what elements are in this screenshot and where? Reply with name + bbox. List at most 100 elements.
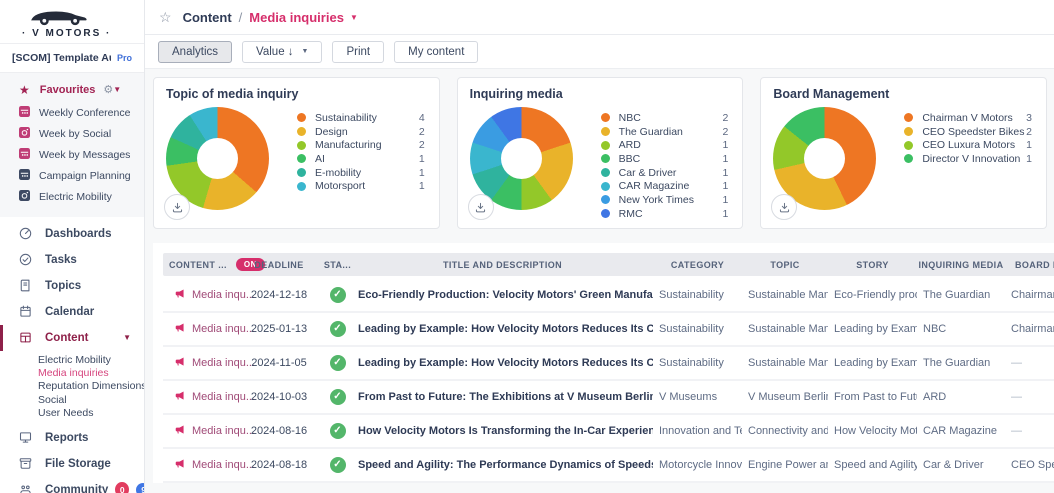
workspace-switcher[interactable]: [SCOM] Template Aut... Pro (0, 44, 144, 73)
calendar-icon (19, 146, 30, 164)
sidebar-subitem-electric-mobility[interactable]: Electric Mobility (38, 354, 144, 367)
favourite-item-weekly-conference[interactable]: Weekly Conference (0, 102, 144, 123)
legend-item[interactable]: AI1 (297, 152, 427, 166)
favourite-item-week-by-social[interactable]: Week by Social (0, 123, 144, 144)
sidebar-item-content[interactable]: Content▼ (0, 325, 144, 351)
legend-item[interactable]: Director V Innovation1 (904, 152, 1034, 166)
deadline-cell: 2025-01-13 (235, 323, 323, 335)
camera-icon (19, 188, 30, 206)
chart-body: Chairman V Motors3CEO Speedster Bikes2CE… (773, 107, 1034, 210)
chevron-down-icon[interactable]: ▼ (123, 333, 131, 342)
content-type-link[interactable]: Media inqu... (163, 321, 235, 337)
sidebar-subitem-media-inquiries[interactable]: Media inquiries (38, 367, 144, 380)
legend-item[interactable]: New York Times1 (601, 193, 731, 207)
category-cell: Sustainability (653, 357, 742, 369)
table-row[interactable]: Media inqu...2024-10-03✓From Past to Fut… (163, 381, 1054, 415)
check-circle-icon: ✓ (330, 389, 346, 405)
chevron-down-icon[interactable]: ▼ (113, 85, 121, 94)
column-header-inquiring-media[interactable]: INQUIRING MEDIA (917, 260, 1005, 270)
content-type-link[interactable]: Media inqu... (163, 287, 235, 303)
column-header-content[interactable]: CONTENT ...ON (163, 258, 235, 271)
favourite-item-campaign-planning[interactable]: Campaign Planning (0, 166, 144, 187)
sidebar-subitem-user-needs[interactable]: User Needs (38, 407, 144, 420)
content-type-link[interactable]: Media inqu... (163, 457, 235, 473)
legend-item[interactable]: Manufacturing2 (297, 138, 427, 152)
legend-label: Chairman V Motors (922, 112, 1012, 124)
legend-item[interactable]: BBC1 (601, 152, 731, 166)
legend-item[interactable]: Chairman V Motors3 (904, 111, 1034, 125)
legend-item[interactable]: Design2 (297, 125, 427, 139)
column-header-board-management[interactable]: BOARD MANAGEMENT (1005, 260, 1054, 270)
download-chart-button[interactable] (468, 194, 494, 220)
column-header-sta[interactable]: STA... (323, 260, 352, 270)
legend-item[interactable]: The Guardian2 (601, 125, 731, 139)
megaphone-icon (173, 389, 192, 405)
favourite-item-week-by-messages[interactable]: Week by Messages (0, 144, 144, 165)
sidebar-item-tasks[interactable]: Tasks (0, 247, 144, 273)
sidebar-item-dashboards[interactable]: Dashboards (0, 221, 144, 247)
breadcrumb-parent[interactable]: Content (183, 10, 232, 25)
column-header-topic[interactable]: TOPIC (742, 260, 828, 270)
table-row[interactable]: Media inqu...2024-08-18✓Speed and Agilit… (163, 449, 1054, 483)
table-body: Media inqu...2024-12-18✓Eco-Friendly Pro… (163, 279, 1054, 483)
title-cell: How Velocity Motors Is Transforming the … (352, 425, 653, 437)
logo[interactable]: · V MOTORS · (0, 0, 144, 44)
legend-item[interactable]: CEO Speedster Bikes2 (904, 125, 1034, 139)
legend-item[interactable]: Car & Driver1 (601, 166, 731, 180)
download-chart-button[interactable] (771, 194, 797, 220)
check-circle-icon: ✓ (330, 287, 346, 303)
column-header-label: BOARD MANAGEMENT (1015, 260, 1054, 270)
chevron-down-icon[interactable]: ▼ (350, 13, 358, 22)
breadcrumb-current[interactable]: Media inquiries (249, 10, 344, 25)
download-chart-button[interactable] (164, 194, 190, 220)
topic-cell: Sustainable Manufact... (742, 357, 828, 369)
logo-car-icon (22, 5, 144, 27)
favourite-toggle-icon[interactable]: ☆ (159, 9, 172, 26)
my-content-button[interactable]: My content (394, 41, 478, 63)
sidebar-item-file-storage[interactable]: File Storage (0, 451, 144, 477)
column-header-category[interactable]: CATEGORY (653, 260, 742, 270)
chart-legend: Chairman V Motors3CEO Speedster Bikes2CE… (904, 111, 1034, 210)
sidebar-item-calendar[interactable]: Calendar (0, 299, 144, 325)
story-cell: Leading by Example: ... (828, 357, 917, 369)
legend-item[interactable]: ARD1 (601, 138, 731, 152)
sidebar-item-community[interactable]: Community099+ (0, 477, 144, 493)
sidebar-item-reports[interactable]: Reports (0, 425, 144, 451)
content-type-link[interactable]: Media inqu... (163, 389, 235, 405)
gear-icon[interactable]: ⚙ (103, 83, 113, 96)
table-row[interactable]: Media inqu...2024-12-18✓Eco-Friendly Pro… (163, 279, 1054, 313)
legend-item[interactable]: CAR Magazine1 (601, 179, 731, 193)
sidebar-subitem-reputation-dimensions[interactable]: Reputation Dimensions (38, 380, 144, 393)
column-header-title-and-description[interactable]: TITLE AND DESCRIPTION (352, 260, 653, 270)
table-row[interactable]: Media inqu...2025-01-13✓Leading by Examp… (163, 313, 1054, 347)
content-type-link[interactable]: Media inqu... (163, 423, 235, 439)
content-type-link[interactable]: Media inqu... (163, 355, 235, 371)
column-header-label: CONTENT ... (169, 260, 227, 270)
camera-icon (19, 125, 30, 143)
legend-item[interactable]: Sustainability4 (297, 111, 427, 125)
value-button[interactable]: Value ↓▼ (242, 41, 322, 63)
sidebar-item-topics[interactable]: Topics (0, 273, 144, 299)
charts-row: Topic of media inquirySustainability4Des… (153, 77, 1050, 229)
legend-item[interactable]: NBC2 (601, 111, 731, 125)
favourite-item-electric-mobility[interactable]: Electric Mobility (0, 187, 144, 208)
sidebar-subitem-social[interactable]: Social (38, 394, 144, 407)
legend-item[interactable]: CEO Luxura Motors1 (904, 138, 1034, 152)
board-management-cell: Chairman V Motors (1005, 289, 1054, 301)
column-header-story[interactable]: STORY (828, 260, 917, 270)
sidebar-item-label: File Storage (45, 458, 111, 470)
legend-item[interactable]: E-mobility1 (297, 166, 427, 180)
deadline-cell: 2024-10-03 (235, 391, 323, 403)
chart-title: Board Management (773, 87, 1034, 101)
legend-value: 1 (723, 180, 731, 192)
table-row[interactable]: Media inqu...2024-11-05✓Leading by Examp… (163, 347, 1054, 381)
content-table: CONTENT ...ONDEADLINESTA...TITLE AND DES… (153, 243, 1054, 483)
column-header-deadline[interactable]: DEADLINE (235, 260, 323, 270)
analytics-button[interactable]: Analytics (158, 41, 232, 63)
legend-item[interactable]: Motorsport1 (297, 179, 427, 193)
table-row[interactable]: Media inqu...2024-08-16✓How Velocity Mot… (163, 415, 1054, 449)
legend-item[interactable]: RMC1 (601, 207, 731, 221)
print-button[interactable]: Print (332, 41, 384, 63)
legend-dot (904, 113, 913, 122)
sidebar: · V MOTORS · [SCOM] Template Aut... Pro … (0, 0, 145, 493)
